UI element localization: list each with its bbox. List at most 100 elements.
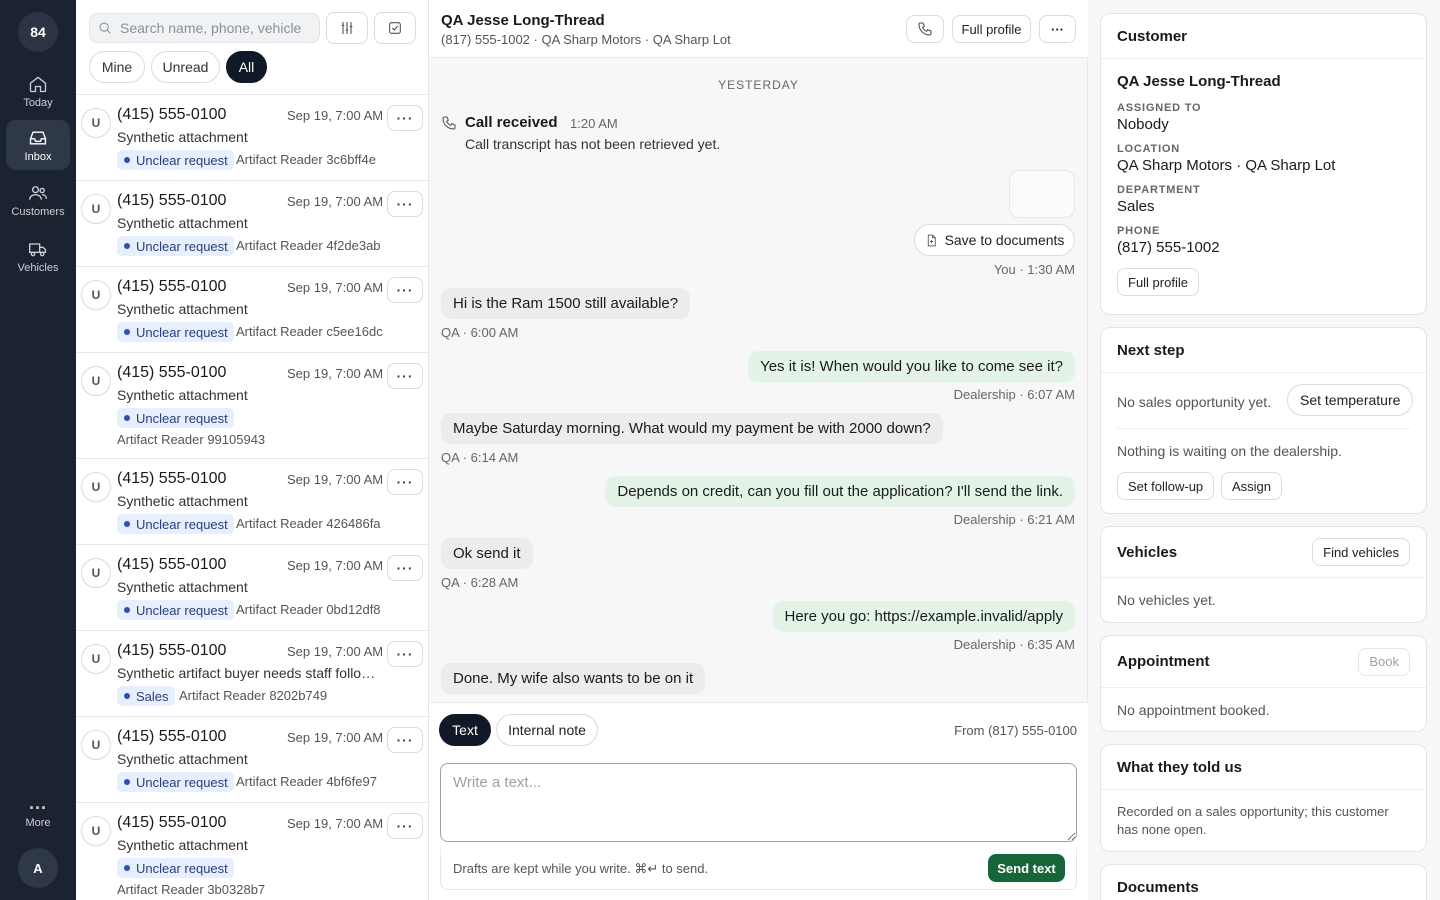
search-box[interactable] xyxy=(89,13,320,43)
card-heading: Next step xyxy=(1101,328,1426,373)
day-divider: YESTERDAY xyxy=(718,78,799,92)
conversation-phone: (415) 555-0100 xyxy=(117,814,227,831)
conversation-phone: (415) 555-0100 xyxy=(117,364,227,381)
intent-tag: Unclear request xyxy=(117,408,234,428)
conversation-snippet: Synthetic artifact buyer needs staff fol… xyxy=(117,665,382,681)
conversation-item[interactable]: U (415) 555-0100 Sep 19, 7:00 AM ··· Syn… xyxy=(76,803,428,900)
set-temperature-button[interactable]: Set temperature xyxy=(1287,384,1414,416)
conversation-more-button[interactable]: ··· xyxy=(387,727,423,753)
filter-mine[interactable]: Mine xyxy=(89,51,145,83)
save-to-documents-label: Save to documents xyxy=(944,232,1065,248)
conversation-item[interactable]: U (415) 555-0100 Sep 19, 7:00 AM ··· Syn… xyxy=(76,545,428,631)
find-vehicles-button[interactable]: Find vehicles xyxy=(1312,538,1410,566)
phone-icon xyxy=(442,116,456,130)
filter-settings-button[interactable] xyxy=(326,12,368,44)
avatar: U xyxy=(81,816,111,846)
thread-more-button[interactable]: ··· xyxy=(1039,15,1076,43)
conversation-phone: (415) 555-0100 xyxy=(117,556,227,573)
conversation-item[interactable]: U (415) 555-0100 Sep 19, 7:00 AM ··· Syn… xyxy=(76,181,428,267)
card-heading: Customer xyxy=(1101,14,1426,59)
conversation-more-button[interactable]: ··· xyxy=(387,105,423,131)
next-step-card: Next step No sales opportunity yet. Set … xyxy=(1100,327,1427,514)
composer-tab-text[interactable]: Text xyxy=(439,714,491,746)
conversation-more-button[interactable]: ··· xyxy=(387,469,423,495)
message-bubble-outbound: Depends on credit, can you fill out the … xyxy=(605,476,1075,507)
nav-item-label: Customers xyxy=(11,205,65,218)
user-avatar[interactable]: A xyxy=(18,848,58,888)
conversation-more-button[interactable]: ··· xyxy=(387,641,423,667)
message-bubble-inbound: Maybe Saturday morning. What would my pa… xyxy=(441,413,943,444)
message-bubble-outbound: Here you go: https://example.invalid/app… xyxy=(772,601,1075,632)
nav-item-vehicles[interactable]: Vehicles xyxy=(6,231,70,281)
conversation-date: Sep 19, 7:00 AM xyxy=(287,816,384,831)
conversation-item[interactable]: U (415) 555-0100 Sep 19, 7:00 AM ··· Syn… xyxy=(76,95,428,181)
conversation-phone: (415) 555-0100 xyxy=(117,192,227,209)
nav-item-inbox[interactable]: Inbox xyxy=(6,120,70,170)
nav-item-label: More xyxy=(25,816,51,829)
call-title: Call received xyxy=(465,114,558,131)
nav-item-today[interactable]: Today xyxy=(6,66,70,116)
conversation-item[interactable]: U (415) 555-0100 Sep 19, 7:00 AM ··· Syn… xyxy=(76,459,428,545)
more-dots-icon: ··· xyxy=(29,797,47,818)
opportunity-status: No sales opportunity yet. xyxy=(1117,394,1272,410)
appointment-empty: No appointment booked. xyxy=(1117,702,1270,718)
full-profile-button[interactable]: Full profile xyxy=(952,15,1031,43)
conversation-snippet: Synthetic attachment xyxy=(117,215,248,231)
composer-tab-internal-note[interactable]: Internal note xyxy=(496,714,598,746)
select-mode-button[interactable] xyxy=(374,12,416,44)
message-bubble-inbound: Hi is the Ram 1500 still available? xyxy=(441,288,691,319)
avatar: U xyxy=(81,558,111,588)
conversation-date: Sep 19, 7:00 AM xyxy=(287,730,384,745)
intent-tag: Unclear request xyxy=(117,150,234,170)
thread-header: QA Jesse Long-Thread (817) 555-1002 · QA… xyxy=(429,0,1088,58)
set-followup-button[interactable]: Set follow-up xyxy=(1117,472,1215,500)
customer-name: QA Jesse Long-Thread xyxy=(1117,73,1281,90)
conversation-item[interactable]: U (415) 555-0100 Sep 19, 7:00 AM ··· Syn… xyxy=(76,267,428,353)
message-meta: QA · 6:00 AM xyxy=(441,325,519,340)
conversation-snippet: Synthetic attachment xyxy=(117,129,248,145)
save-to-documents-button[interactable]: Save to documents xyxy=(914,224,1075,256)
card-header: Appointment Book xyxy=(1101,636,1426,688)
reader-label: Artifact Reader 426486fa xyxy=(236,516,381,531)
nav-item-label: Inbox xyxy=(24,150,52,163)
home-icon xyxy=(29,75,47,92)
conversation-date: Sep 19, 7:00 AM xyxy=(287,366,384,381)
conversation-snippet: Synthetic attachment xyxy=(117,387,248,403)
conversation-item[interactable]: U (415) 555-0100 Sep 19, 7:00 AM ··· Syn… xyxy=(76,631,428,717)
nav-item-customers[interactable]: Customers xyxy=(6,175,70,225)
message-meta: QA · 6:28 AM xyxy=(441,575,519,590)
conversation-more-button[interactable]: ··· xyxy=(387,813,423,839)
book-button[interactable]: Book xyxy=(1358,647,1410,676)
field-label: ASSIGNED TO xyxy=(1117,102,1202,114)
conversation-more-button[interactable]: ··· xyxy=(387,277,423,303)
assign-button[interactable]: Assign xyxy=(1221,472,1283,500)
card-heading: What they told us xyxy=(1101,745,1426,790)
conversation-more-button[interactable]: ··· xyxy=(387,363,423,389)
search-input[interactable] xyxy=(120,20,310,36)
conversation-item[interactable]: U (415) 555-0100 Sep 19, 7:00 AM ··· Syn… xyxy=(76,353,428,459)
conversation-more-button[interactable]: ··· xyxy=(387,555,423,581)
waiting-status: Nothing is waiting on the dealership. xyxy=(1117,443,1342,459)
conversation-list-panel: Mine Unread All U (415) 555-0100 Sep 19,… xyxy=(76,0,429,900)
reader-label: Artifact Reader 4f2de3ab xyxy=(236,238,381,253)
filter-unread[interactable]: Unread xyxy=(151,51,220,83)
unread-count-badge[interactable]: 84 xyxy=(18,12,58,52)
conversation-phone: (415) 555-0100 xyxy=(117,278,227,295)
conversation-date: Sep 19, 7:00 AM xyxy=(287,558,384,573)
truck-icon xyxy=(29,242,47,256)
call-status: Call transcript has not been retrieved y… xyxy=(465,136,721,152)
conversation-date: Sep 19, 7:00 AM xyxy=(287,644,384,659)
nav-item-more[interactable]: ··· More xyxy=(6,790,70,840)
avatar: U xyxy=(81,644,111,674)
message-input[interactable] xyxy=(440,763,1077,842)
conversation-item[interactable]: U (415) 555-0100 Sep 19, 7:00 AM ··· Syn… xyxy=(76,717,428,803)
send-text-button[interactable]: Send text xyxy=(988,854,1065,882)
full-profile-button[interactable]: Full profile xyxy=(1117,268,1199,296)
department-value: Sales xyxy=(1117,198,1155,215)
call-button[interactable] xyxy=(906,15,944,43)
filter-all[interactable]: All xyxy=(226,51,267,83)
conversation-more-button[interactable]: ··· xyxy=(387,191,423,217)
attachment-thumbnail[interactable] xyxy=(1009,170,1075,218)
composer: Text Internal note From (817) 555-0100 D… xyxy=(429,702,1088,900)
sliders-icon xyxy=(341,22,353,34)
